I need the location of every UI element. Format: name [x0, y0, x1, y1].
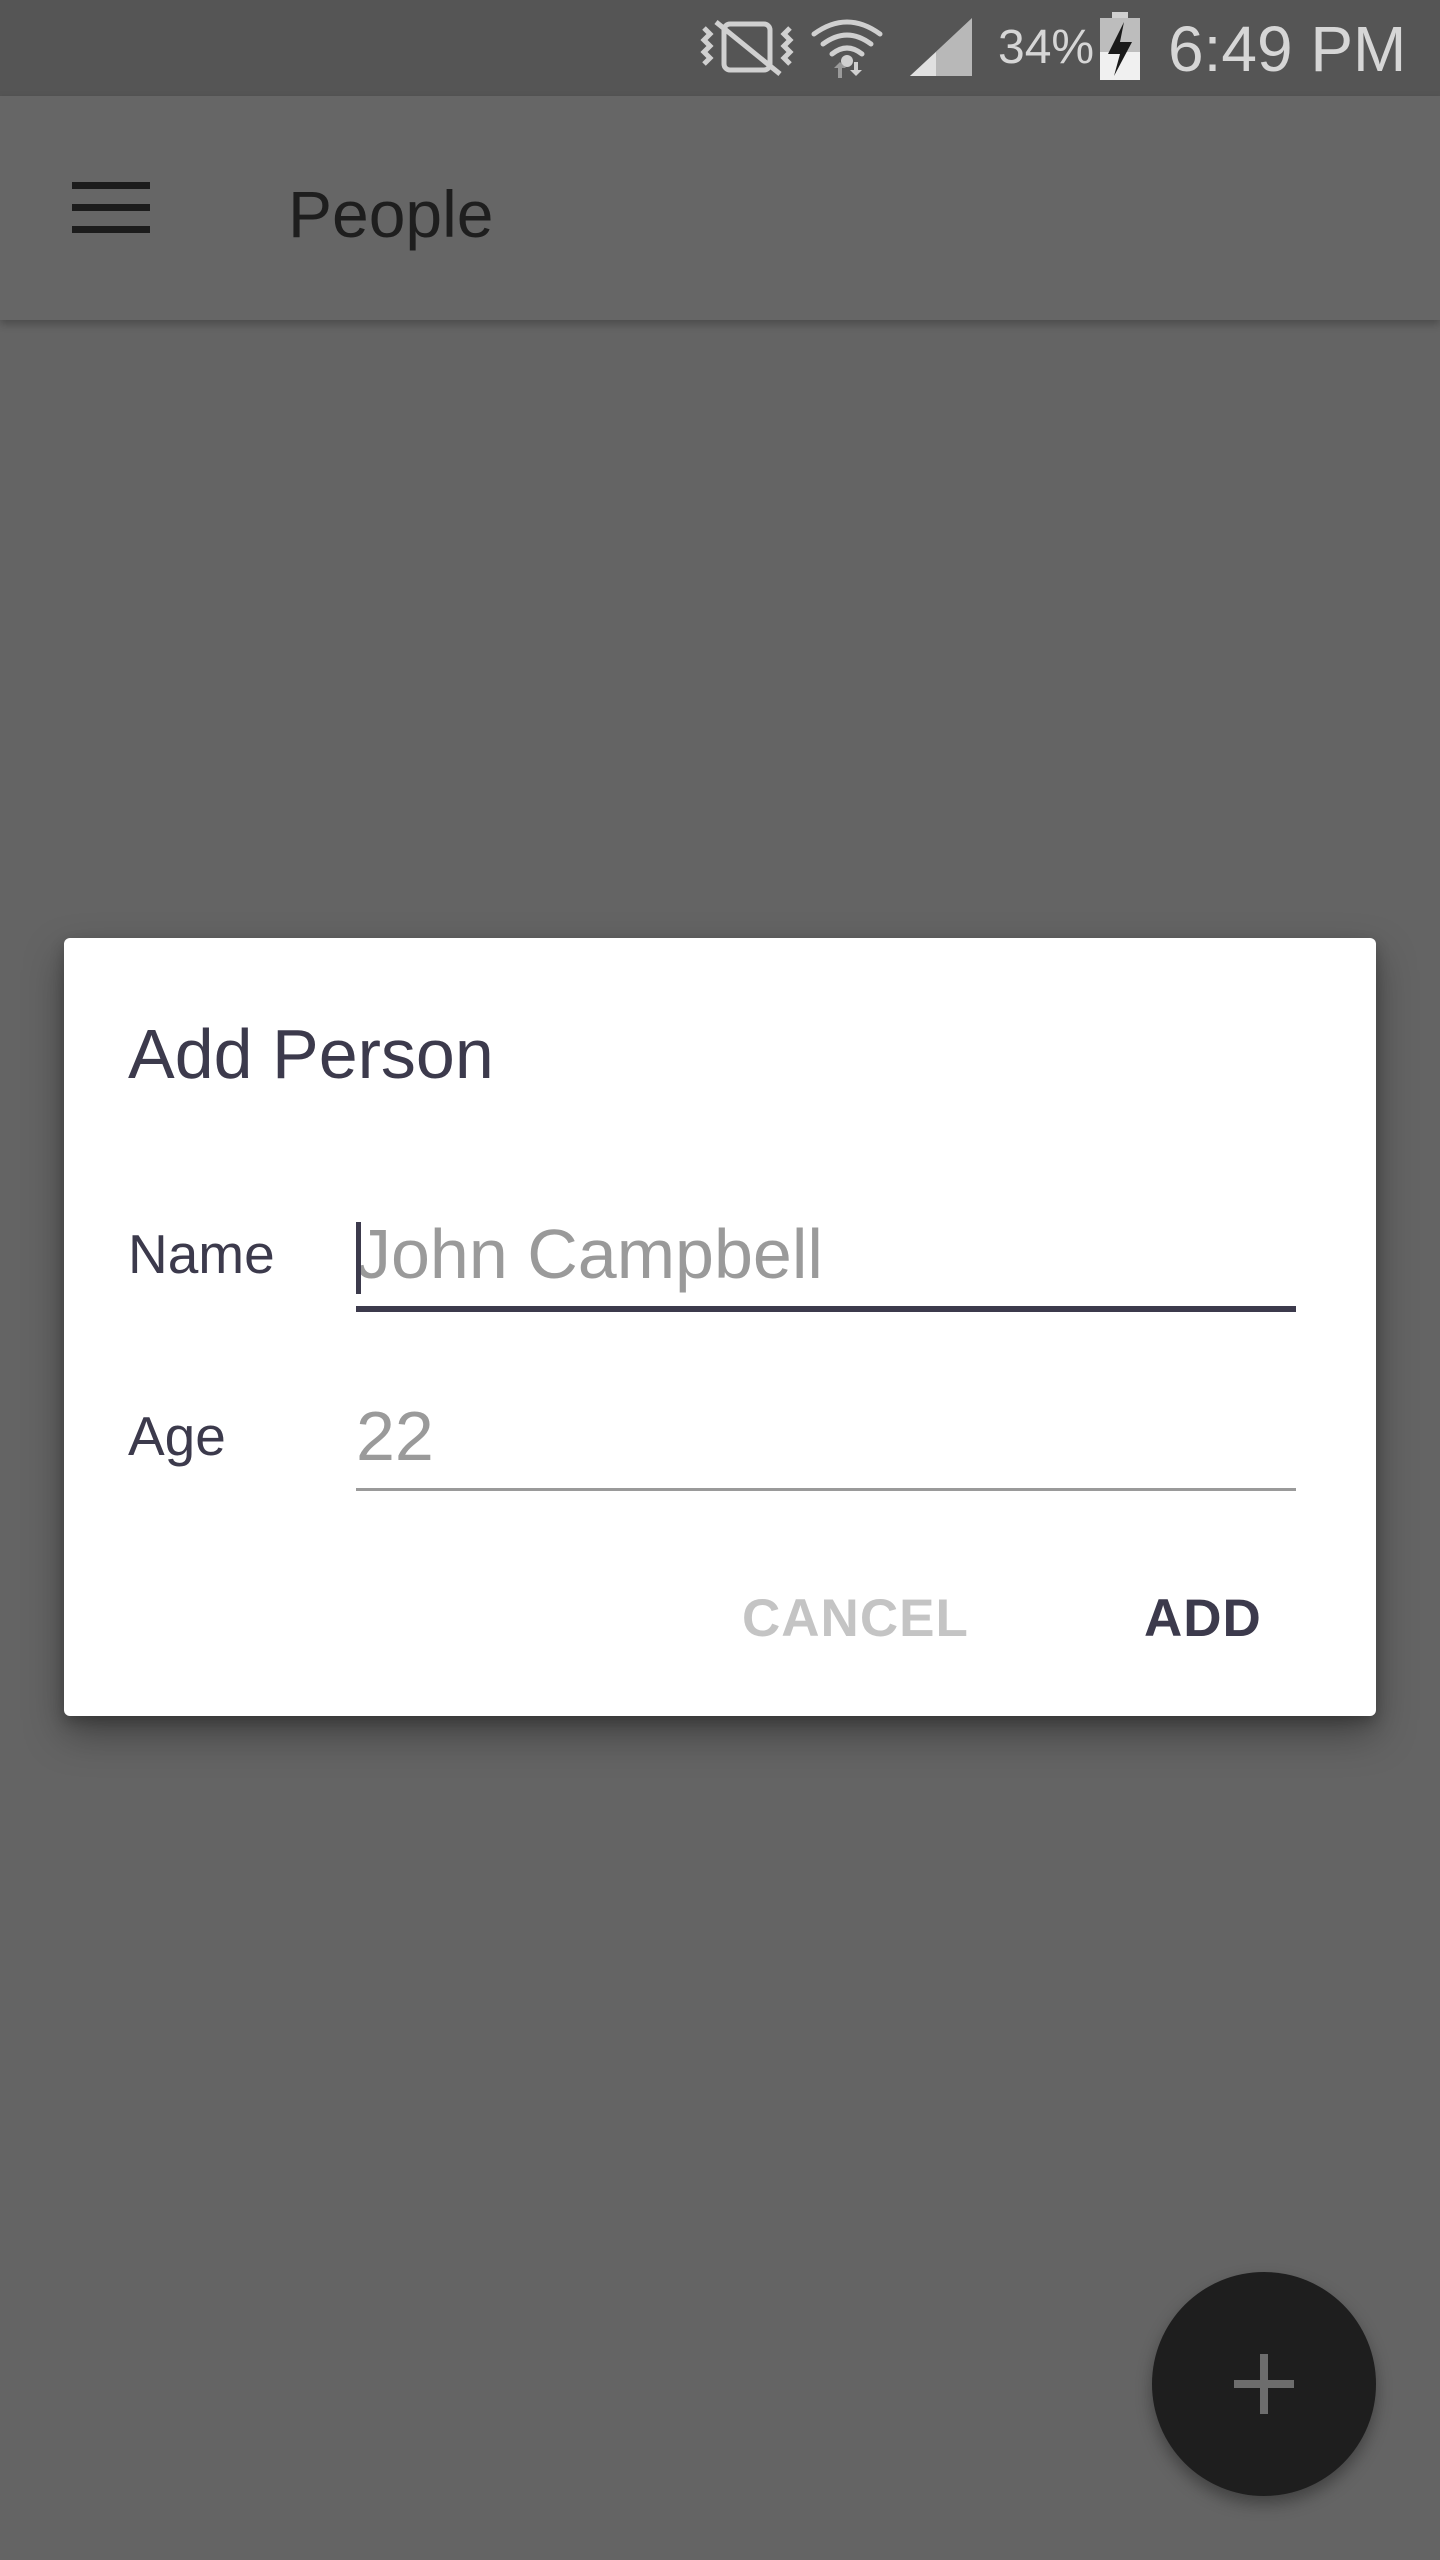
status-time: 6:49 PM — [1168, 13, 1407, 85]
age-field-container — [356, 1388, 1296, 1491]
status-bar: 34% 6:49 PM — [0, 0, 1440, 96]
cell-signal-icon — [910, 18, 972, 76]
age-field-underline — [356, 1488, 1296, 1491]
age-label: Age — [128, 1405, 226, 1467]
name-label: Name — [128, 1223, 275, 1285]
cancel-button[interactable]: CANCEL — [742, 1588, 969, 1649]
add-person-dialog: Add Person Name Age CANCEL ADD — [64, 938, 1376, 1716]
vibrate-mute-icon — [700, 20, 794, 76]
page-title: People — [288, 177, 494, 251]
name-field[interactable] — [356, 1206, 1296, 1302]
add-fab[interactable] — [1152, 2272, 1376, 2496]
battery-charging-icon — [1100, 12, 1140, 80]
app-bar: People — [0, 96, 1440, 320]
hamburger-menu-icon[interactable] — [72, 180, 150, 236]
add-button[interactable]: ADD — [1144, 1588, 1262, 1649]
wifi-icon — [811, 19, 883, 78]
app-screen: 34% 6:49 PM People Add Person Name Age — [0, 0, 1440, 2560]
text-cursor — [356, 1222, 361, 1294]
dialog-title: Add Person — [128, 1015, 494, 1093]
battery-percent: 34% — [998, 21, 1095, 74]
age-field[interactable] — [356, 1388, 1296, 1484]
name-field-container — [356, 1206, 1296, 1312]
name-field-underline — [356, 1306, 1296, 1312]
plus-icon-vertical — [1260, 2354, 1268, 2414]
